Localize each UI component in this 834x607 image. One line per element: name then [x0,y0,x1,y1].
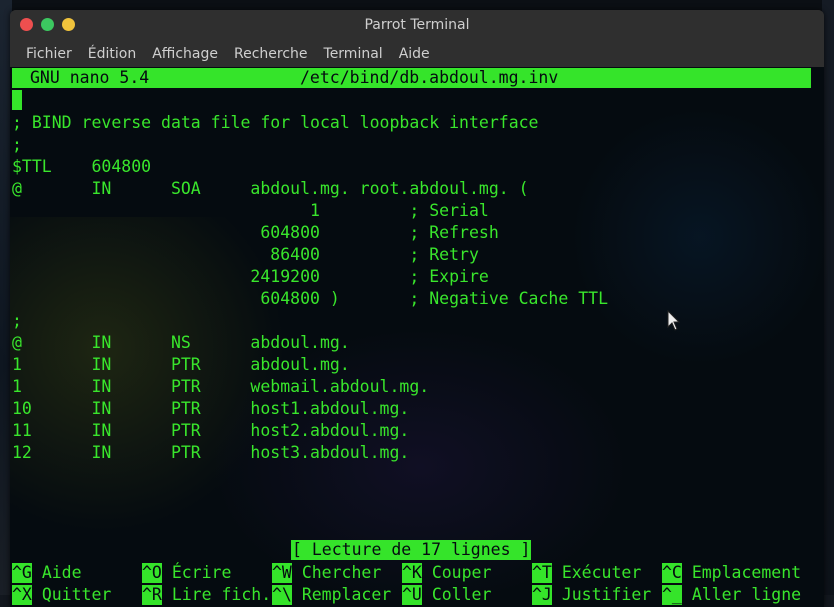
editor-line[interactable]: @ IN NS abdoul.mg. [12,332,350,354]
shortcut-remplacer[interactable]: ^\ Remplacer [272,584,391,606]
shortcut-chercher[interactable]: ^W Chercher [272,562,381,584]
text-cursor [12,90,22,110]
menu-terminal[interactable]: Terminal [316,46,391,62]
shortcut-quitter[interactable]: ^X Quitter [12,584,111,606]
minimize-icon[interactable] [41,18,54,31]
editor-line[interactable]: 12 IN PTR host3.abdoul.mg. [12,442,409,464]
editor-line[interactable]: 10 IN PTR host1.abdoul.mg. [12,398,409,420]
window-controls [20,18,75,31]
shortcut-justifier[interactable]: ^J Justifier [532,584,651,606]
shortcut-aller-ligne[interactable]: ^_ Aller ligne [662,584,801,606]
shortcut-lire-fichier[interactable]: ^R Lire fich. [142,584,271,606]
nano-version: GNU nano 5.4 [30,68,150,87]
window-title: Parrot Terminal [364,17,470,33]
terminal-window: Parrot Terminal Fichier Édition Affichag… [10,10,824,607]
wallpaper-shape [570,107,824,367]
maximize-icon[interactable] [62,18,75,31]
shortcut-ecrire[interactable]: ^O Écrire [142,562,231,584]
editor-line[interactable]: 2419200 ; Expire [12,266,488,288]
editor-line[interactable]: 1 IN PTR abdoul.mg. [12,354,350,376]
shortcut-couper[interactable]: ^K Couper [402,562,491,584]
editor-line[interactable]: 1 ; Serial [12,200,489,222]
editor-line[interactable]: $TTL 604800 [12,156,151,178]
editor-line[interactable]: 604800 ) ; Negative Cache TTL [12,288,608,310]
shortcut-coller[interactable]: ^U Coller [402,584,491,606]
terminal-area[interactable]: GNU nano 5.4/etc/bind/db.abdoul.mg.inv ;… [10,67,824,607]
editor-line[interactable]: ; [12,310,22,332]
menu-aide[interactable]: Aide [391,46,438,62]
editor-line[interactable]: ; BIND reverse data file for local loopb… [12,112,539,134]
editor-line[interactable]: 11 IN PTR host2.abdoul.mg. [12,420,409,442]
nano-filename: /etc/bind/db.abdoul.mg.inv [300,68,559,87]
status-message: [ Lecture de 17 lignes ] [291,540,532,560]
menu-bar: Fichier Édition Affichage Recherche Term… [10,40,824,67]
menu-edition[interactable]: Édition [80,46,144,62]
close-icon[interactable] [20,18,33,31]
menu-recherche[interactable]: Recherche [226,46,316,62]
editor-line[interactable] [12,90,22,112]
editor-line[interactable]: ; [12,134,22,156]
editor-line[interactable]: 86400 ; Retry [12,244,479,266]
editor-line[interactable]: 604800 ; Refresh [12,222,498,244]
editor-line[interactable]: 1 IN PTR webmail.abdoul.mg. [12,376,429,398]
editor-line[interactable]: @ IN SOA abdoul.mg. root.abdoul.mg. ( [12,178,529,200]
title-bar[interactable]: Parrot Terminal [10,10,824,40]
menu-affichage[interactable]: Affichage [144,46,226,62]
shortcut-aide[interactable]: ^G Aide [12,562,82,584]
nano-header: GNU nano 5.4/etc/bind/db.abdoul.mg.inv [12,68,811,88]
mouse-pointer-icon [667,310,681,331]
shortcut-emplacement[interactable]: ^C Emplacement [662,562,801,584]
menu-fichier[interactable]: Fichier [18,46,80,62]
shortcut-executer[interactable]: ^T Exécuter [532,562,641,584]
